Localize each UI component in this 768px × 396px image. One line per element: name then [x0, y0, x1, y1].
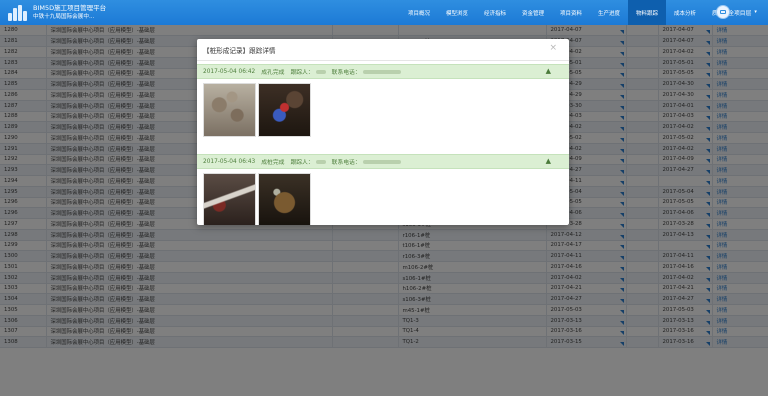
modal-header: 【桩形成记录】跟踪详情 — [197, 39, 569, 61]
nav-item[interactable]: 项目概况 — [400, 0, 438, 25]
record-item: 2017-05-04 06:42 成孔完成 跟踪人： 联系电话： ▲ — [197, 64, 569, 141]
record-status: 成桩完成 — [261, 160, 285, 166]
app-title: BIM5D施工项目管理平台 — [33, 3, 107, 12]
site-photo[interactable] — [258, 173, 311, 225]
record-photos — [197, 79, 569, 141]
record-item: 2017-05-04 06:43 成桩完成 跟踪人： 联系电话： ▲ — [197, 154, 569, 225]
nav-item[interactable]: 经济指标 — [476, 0, 514, 25]
nav-item[interactable]: 成本分析 — [666, 0, 704, 25]
user-menu[interactable]: 项目层 ▾ — [716, 5, 757, 19]
site-photo[interactable] — [203, 83, 256, 137]
user-label[interactable]: 项目层 — [734, 8, 751, 17]
nav-item[interactable]: 生产进度 — [590, 0, 628, 25]
record-time: 2017-05-04 06:43 — [203, 158, 256, 165]
nav-item[interactable]: 项目资料 — [552, 0, 590, 25]
tracker-label: 跟踪人： — [290, 160, 314, 166]
nav-item[interactable]: 物料跟踪 — [628, 0, 666, 25]
site-photo[interactable] — [203, 173, 256, 225]
tracker-label: 跟踪人： — [290, 70, 314, 76]
brand: BIM5D施工项目管理平台 中铁十九局国际会展中... — [33, 4, 106, 22]
main-nav: 项目概况模型浏览经济指标资金管理项目资料生产进度物料跟踪成本分析质量安全 — [400, 0, 742, 25]
bim-logo-icon — [6, 4, 28, 22]
phone-redacted — [362, 69, 401, 74]
phone-redacted — [362, 159, 401, 164]
top-header: BIM5D施工项目管理平台 中铁十九局国际会展中... 项目概况 模型浏览 经济指标… — [0, 0, 768, 25]
user-avatar-icon[interactable] — [716, 5, 730, 19]
modal-body: 2017-05-04 06:42 成孔完成 跟踪人： 联系电话： ▲ 2017-… — [197, 61, 569, 225]
record-time: 2017-05-04 06:42 — [203, 68, 256, 75]
record-header[interactable]: 2017-05-04 06:42 成孔完成 跟踪人： 联系电话： ▲ — [197, 64, 569, 79]
tracker-name-redacted — [315, 159, 326, 164]
close-icon[interactable]: × — [549, 43, 557, 53]
chevron-down-icon[interactable]: ▾ — [754, 9, 757, 15]
collapse-chevron-icon[interactable]: ▲ — [546, 67, 551, 75]
record-status: 成孔完成 — [261, 70, 285, 76]
nav-item[interactable]: 模型浏览 — [438, 0, 476, 25]
tracker-name-redacted — [315, 69, 326, 74]
tracking-detail-modal: 【桩形成记录】跟踪详情 × 2017-05-04 06:42 成孔完成 跟踪人：… — [197, 39, 569, 225]
record-photos — [197, 169, 569, 225]
nav-item[interactable]: 资金管理 — [514, 0, 552, 25]
project-name[interactable]: 中铁十九局国际会展中... — [33, 13, 106, 22]
site-photo[interactable] — [258, 83, 311, 137]
record-header[interactable]: 2017-05-04 06:43 成桩完成 跟踪人： 联系电话： ▲ — [197, 154, 569, 169]
modal-title: 【桩形成记录】跟踪详情 — [203, 46, 276, 55]
phone-label: 联系电话： — [331, 70, 361, 76]
phone-label: 联系电话： — [331, 160, 361, 166]
collapse-chevron-icon[interactable]: ▲ — [546, 157, 551, 165]
